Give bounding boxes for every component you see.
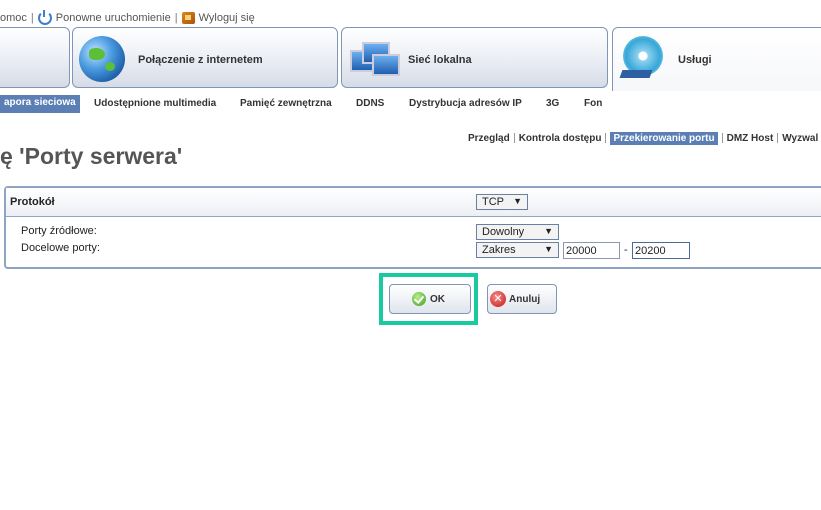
subnav-item-ip-distribution[interactable]: Dystrybucja adresów IP <box>409 98 522 109</box>
tab-services[interactable]: Usługi <box>612 27 821 91</box>
source-ports-select-value: Dowolny <box>482 226 525 238</box>
help-link[interactable]: omoc <box>0 12 27 24</box>
dropdown-arrow-icon: ▼ <box>544 226 553 236</box>
range-to-input[interactable] <box>632 242 690 259</box>
page-title: ę 'Porty serwera' <box>0 143 183 169</box>
tert-item-overview[interactable]: Przegląd <box>468 133 510 144</box>
dest-ports-select-value: Zakres <box>482 244 516 256</box>
dest-ports-label: Docelowe porty: <box>21 242 100 254</box>
protocol-select[interactable]: TCP ▼ <box>476 194 528 210</box>
cancel-button[interactable]: ✕ Anuluj <box>487 284 557 314</box>
computers-icon <box>350 36 400 82</box>
server-ports-form: Protokół TCP ▼ Porty źródłowe: Dowolny ▼… <box>4 186 821 269</box>
subnav-item-3g[interactable]: 3G <box>546 98 559 109</box>
cancel-button-label: Anuluj <box>509 293 541 305</box>
restart-link[interactable]: Ponowne uruchomienie <box>56 12 171 24</box>
separator: | <box>30 12 34 24</box>
separator <box>513 133 515 144</box>
range-separator: - <box>624 244 628 256</box>
form-header: Protokół TCP ▼ <box>6 188 821 217</box>
source-ports-label: Porty źródłowe: <box>21 225 97 237</box>
checkmark-icon <box>412 292 426 306</box>
disc-base-icon <box>619 70 653 78</box>
subnav-item-fon[interactable]: Fon <box>584 98 602 109</box>
sub-navigation: apora sieciowa Udostępnione multimedia P… <box>0 95 821 113</box>
subnav-item-external-storage[interactable]: Pamięć zewnętrzna <box>240 98 332 109</box>
range-from-input[interactable] <box>563 242 620 259</box>
tert-item-dmz-host[interactable]: DMZ Host <box>727 133 774 144</box>
tab-services-label: Usługi <box>678 54 712 66</box>
dest-ports-select[interactable]: Zakres ▼ <box>476 242 559 258</box>
protocol-label: Protokół <box>10 196 55 208</box>
cancel-icon: ✕ <box>490 291 506 307</box>
separator <box>721 133 723 144</box>
tert-item-port-forwarding[interactable]: Przekierowanie portu <box>610 132 718 145</box>
tab-local-network[interactable]: Sieć lokalna <box>341 27 608 88</box>
ok-button-label: OK <box>430 293 445 305</box>
logout-link[interactable]: Wyloguj się <box>199 12 255 24</box>
subnav-item-firewall[interactable]: apora sieciowa <box>0 95 80 113</box>
power-icon <box>37 10 52 25</box>
dropdown-arrow-icon: ▼ <box>513 196 522 206</box>
top-links: omoc | Ponowne uruchomienie | Wyloguj si… <box>0 9 255 27</box>
tab-internet-connection[interactable]: Połączenie z internetem <box>72 27 338 88</box>
protocol-select-value: TCP <box>482 196 504 208</box>
tab-internet-connection-label: Połączenie z internetem <box>138 54 263 66</box>
ok-button[interactable]: OK <box>389 284 471 314</box>
subnav-item-ddns[interactable]: DDNS <box>356 98 384 109</box>
separator: | <box>174 12 178 24</box>
source-ports-select[interactable]: Dowolny ▼ <box>476 224 559 240</box>
separator <box>777 133 779 144</box>
tert-item-triggers[interactable]: Wyzwal <box>782 133 818 144</box>
subnav-item-shared-media[interactable]: Udostępnione multimedia <box>94 98 216 109</box>
separator <box>605 133 607 144</box>
globe-icon <box>79 36 125 82</box>
logout-icon <box>181 12 195 24</box>
tab-local-network-label: Sieć lokalna <box>408 54 472 66</box>
dropdown-arrow-icon: ▼ <box>544 244 553 254</box>
tertiary-navigation: Przegląd Kontrola dostępu Przekierowanie p… <box>468 132 818 145</box>
tert-item-access-control[interactable]: Kontrola dostępu <box>519 133 602 144</box>
main-tab-partial[interactable] <box>0 27 70 88</box>
